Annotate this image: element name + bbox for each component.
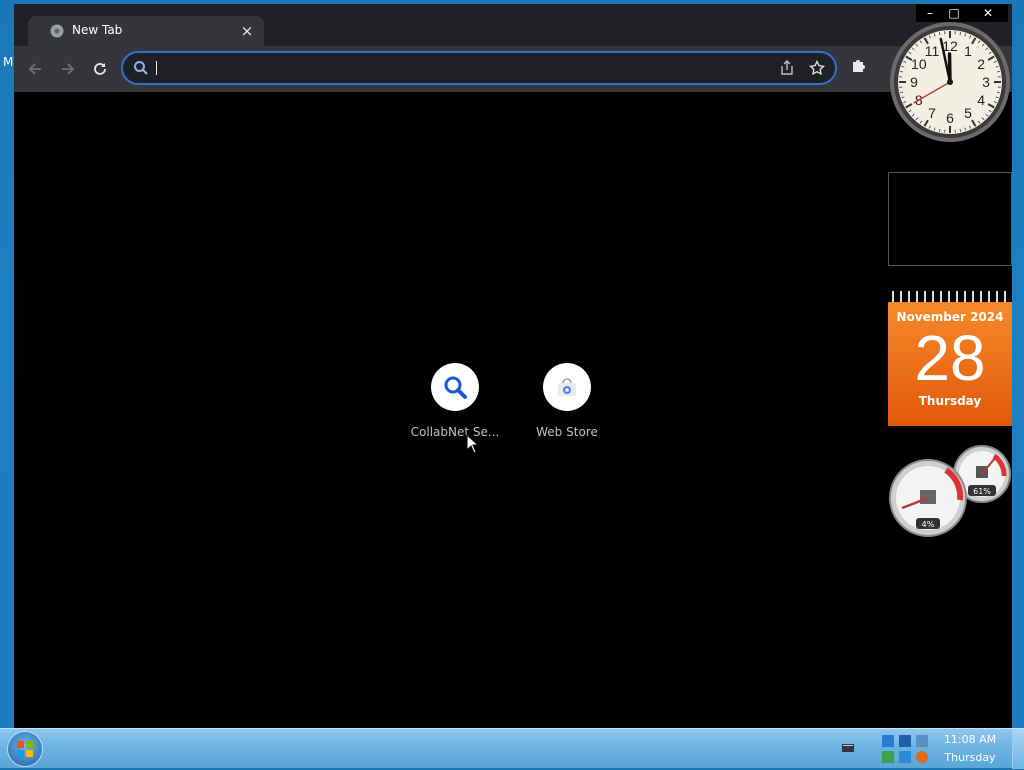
reload-icon [92,61,108,77]
clock-numeral: 11 [925,43,940,59]
mouse-cursor-icon [466,434,480,454]
monitor-icon[interactable] [899,735,911,747]
star-icon[interactable] [809,60,825,76]
tab-new-tab[interactable]: New Tab × [28,16,264,48]
web-store-icon [555,375,579,399]
clock-numeral: 6 [946,110,954,126]
firefox-icon[interactable] [916,751,928,763]
cpu-meter-gadget[interactable]: 61% 4% [888,444,1012,540]
shortcut-label: CollabNet Se... [400,425,510,439]
clock-numeral: 2 [977,56,985,72]
windows-logo-icon [8,732,42,766]
back-button[interactable] [22,56,48,82]
clock-numeral: 9 [910,74,918,90]
tray-clock[interactable]: 11:08 AM Thursday [938,731,1002,767]
tab-title: New Tab [72,23,122,37]
new-tab-page: CollabNet Se... Web Store [14,92,1012,728]
shortcut-collabnet[interactable]: CollabNet Se... [400,363,510,439]
clock-numeral: 5 [964,105,972,121]
clock-numeral: 3 [982,74,990,90]
cpu-usage-readout: 4% [922,520,935,529]
forward-icon [60,61,76,77]
extensions-button[interactable] [850,56,868,78]
extensions-icon [850,56,868,74]
calendar-day: 28 [888,326,1012,390]
update-icon[interactable] [899,751,911,763]
clock-numeral: 4 [977,92,985,108]
address-bar[interactable] [121,51,837,85]
globe-icon [50,24,64,38]
search-magnifier-icon [442,374,468,400]
shortcut-label: Web Store [512,425,622,439]
tab-close-button[interactable]: × [236,20,258,42]
clock-gadget[interactable]: 121234567891011 [888,20,1012,144]
desktop-edge-label: M [3,55,13,69]
keyboard-icon[interactable] [842,741,854,753]
calendar-gadget[interactable]: November 2024 28 Thursday [888,290,1012,426]
security-check-icon[interactable] [882,751,894,763]
blank-gadget[interactable] [888,172,1012,266]
network-icon[interactable] [882,735,894,747]
action-center-icon[interactable] [916,735,928,747]
browser-titlebar: New Tab × – □ ✕ [14,4,1012,46]
clock-numeral: 1 [964,43,972,59]
share-icon[interactable] [779,60,795,76]
reload-button[interactable] [87,56,113,82]
taskbar: 11:08 AM Thursday [0,728,1024,768]
cpu-chip-icon [920,490,936,504]
browser-window: New Tab × – □ ✕ [14,4,1012,728]
calendar-weekday: Thursday [888,394,1012,408]
text-caret [156,61,157,75]
tray-day: Thursday [938,749,1002,767]
start-button[interactable] [7,731,43,767]
tray-time: 11:08 AM [938,731,1002,749]
search-icon [133,60,149,76]
forward-button[interactable] [55,56,81,82]
shortcut-web-store[interactable]: Web Store [512,363,622,439]
show-desktop-button[interactable] [1012,729,1024,769]
browser-toolbar [14,46,1012,92]
back-icon [27,61,43,77]
clock-numeral: 7 [928,105,936,121]
memory-usage-readout: 61% [973,487,991,496]
